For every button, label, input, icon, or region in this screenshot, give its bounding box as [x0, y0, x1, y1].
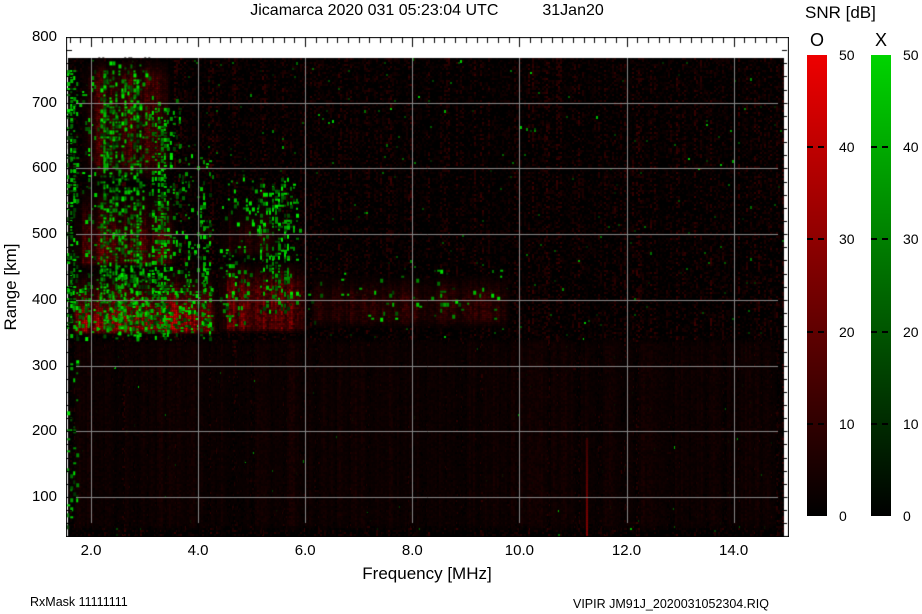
ionogram-viewer: Jicamarca 2020 031 05:23:04 UTC 31Jan20 …: [0, 0, 922, 614]
colorbar-tick-label: 10: [839, 416, 855, 432]
colorbar-tick-mark: [871, 238, 891, 240]
colorbar-pol-label: X: [875, 30, 887, 51]
colorbar-gradient: [807, 55, 827, 516]
colorbar-tick-label: 40: [839, 139, 855, 155]
plot-title: Jicamarca 2020 031 05:23:04 UTC 31Jan20: [66, 2, 788, 20]
title-text: Jicamarca 2020 031 05:23:04 UTC: [250, 2, 498, 20]
filename-text: VIPIR JM91J_2020031052304.RIQ: [573, 597, 769, 611]
colorbar-tick-mark: [871, 331, 891, 333]
y-tick-label: 100: [0, 488, 57, 506]
x-tick-label: 12.0: [612, 542, 641, 560]
rxmask-text: RxMask 11111111: [30, 595, 128, 609]
colorbar-tick-mark: [871, 146, 891, 148]
colorbar-pol-label: O: [810, 30, 824, 51]
colorbar-tick-label: 50: [839, 47, 855, 63]
colorbar-tick-label: 40: [903, 139, 919, 155]
x-axis-label: Frequency [MHz]: [66, 564, 788, 584]
y-tick-label: 800: [0, 28, 57, 46]
x-tick-label: 8.0: [402, 542, 423, 560]
y-tick-label: 200: [0, 422, 57, 440]
y-tick-label: 500: [0, 225, 57, 243]
colorbar-tick-label: 20: [903, 324, 919, 340]
y-tick-label: 400: [0, 291, 57, 309]
x-tick-label: 4.0: [188, 542, 209, 560]
x-tick-label: 10.0: [505, 542, 534, 560]
title-date: 31Jan20: [542, 2, 603, 20]
y-tick-label: 700: [0, 94, 57, 112]
colorbar-tick-mark: [871, 423, 891, 425]
colorbar-tick-label: 30: [903, 231, 919, 247]
x-tick-label: 14.0: [719, 542, 748, 560]
colorbar-tick-label: 10: [903, 416, 919, 432]
y-tick-label: 300: [0, 357, 57, 375]
ionogram-heatmap: [66, 37, 789, 537]
colorbar-tick-label: 0: [839, 508, 847, 524]
y-tick-label: 600: [0, 159, 57, 177]
colorbar-tick-mark: [807, 238, 827, 240]
colorbar-tick-label: 50: [903, 47, 919, 63]
colorbar-tick-mark: [807, 423, 827, 425]
colorbar-tick-label: 30: [839, 231, 855, 247]
colorbar-title: SNR [dB]: [805, 3, 876, 23]
colorbar-tick-label: 20: [839, 324, 855, 340]
colorbar-tick-mark: [807, 331, 827, 333]
colorbar-tick-mark: [807, 146, 827, 148]
x-tick-label: 6.0: [295, 542, 316, 560]
colorbar-gradient: [871, 55, 891, 516]
x-tick-label: 2.0: [81, 542, 102, 560]
y-axis-label: Range [km]: [1, 244, 21, 331]
colorbar-tick-label: 0: [903, 508, 911, 524]
